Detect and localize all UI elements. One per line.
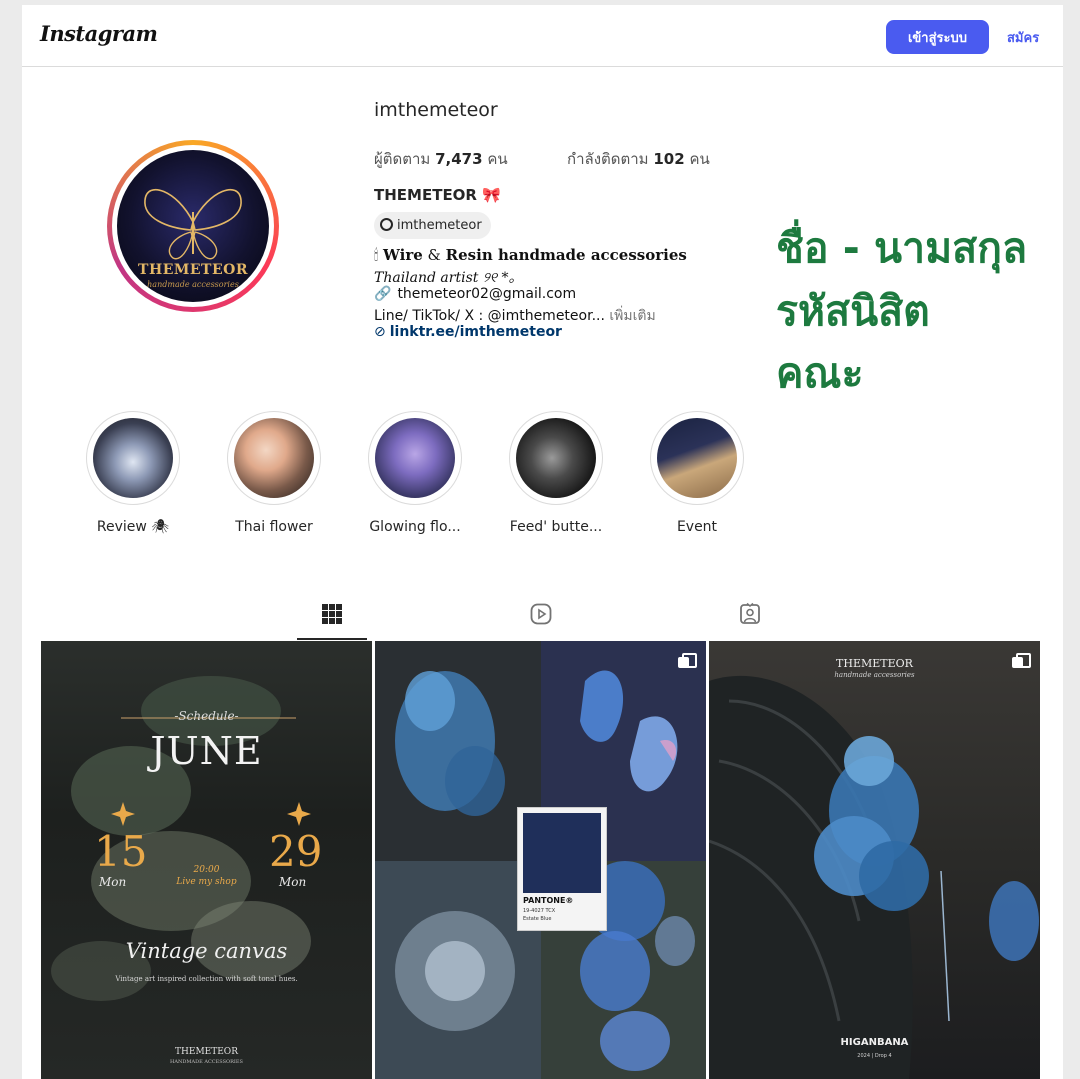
overlay-faculty-label: คณะ: [776, 349, 864, 397]
post-schedule-text: -Schedule-: [174, 709, 239, 723]
highlight-ring: [368, 411, 462, 505]
tagged-icon: [740, 602, 760, 624]
reels-icon: [530, 603, 552, 625]
highlight-cover: [234, 418, 314, 498]
followers-prefix: ผู้ติดตาม: [374, 150, 431, 168]
highlight-ring: [227, 411, 321, 505]
post-brand-text: THEMETEOR: [836, 657, 913, 670]
bio-email: 🔗 themeteor02@gmail.com: [374, 286, 576, 302]
tab-posts[interactable]: [297, 590, 367, 640]
threads-handle: imthemeteor: [397, 218, 482, 233]
post-month-text: JUNE: [150, 729, 263, 773]
highlight-ring: [509, 411, 603, 505]
bio-external-link[interactable]: ⊘ linktr.ee/imthemeteor: [374, 324, 562, 340]
followers-suffix: คน: [487, 150, 508, 168]
pantone-card: PANTONE® 19-4027 TCX Estate Blue: [517, 807, 607, 931]
tab-reels[interactable]: [506, 590, 576, 640]
bio-wire: Wire: [383, 246, 423, 264]
highlight-label: Review 🕷: [96, 519, 170, 535]
highlight-cover: [93, 418, 173, 498]
profile-tabs: [22, 590, 1063, 640]
link-icon: 🔗: [374, 286, 392, 302]
pantone-code-text: 19-4027 TCX: [523, 908, 556, 914]
bio-resin: Resin handmade accessories: [445, 246, 687, 264]
following-number: 102: [653, 150, 685, 168]
following-suffix: คน: [689, 150, 710, 168]
avatar-sub-text: handmade accessories: [147, 280, 239, 289]
pantone-color-text: Estate Blue: [523, 916, 552, 922]
link-icon: ⊘: [374, 324, 386, 340]
highlight-ring: [86, 411, 180, 505]
profile-display-name: THEMETEOR 🎀: [374, 186, 501, 204]
login-button[interactable]: เข้าสู่ระบบ: [886, 20, 989, 54]
post-brand-text: THEMETEOR: [175, 1047, 238, 1057]
overlay-student-id-label: รหัสนิสิต: [776, 287, 930, 335]
post-brand-sub-text: HANDMADE ACCESSORIES: [170, 1059, 243, 1065]
bio-link-text: linktr.ee/imthemeteor: [389, 324, 562, 340]
highlight-cover: [516, 418, 596, 498]
profile-username: imthemeteor: [374, 99, 498, 121]
post-description-text: Vintage art inspired collection with sof…: [115, 975, 298, 983]
grid-post[interactable]: -Schedule- JUNE 15 29 Mon Mon 20:00 Live…: [41, 641, 372, 1079]
multi-image-icon: [678, 653, 697, 669]
bio-line: 🕯 Wire & Resin handmade accessories: [374, 246, 687, 264]
followers-number: 7,473: [435, 150, 483, 168]
overlay-name-label: ชื่อ - นามสกุล: [776, 224, 1028, 272]
bio-email-text: themeteor02@gmail.com: [397, 286, 577, 302]
avatar-image: THEMETEOR handmade accessories: [117, 150, 269, 302]
post-title-text: Vintage canvas: [125, 939, 288, 963]
post-sub-text: 2024 | Drop 4: [857, 1053, 892, 1059]
grid-post[interactable]: PANTONE® 19-4027 TCX Estate Blue: [375, 641, 706, 1079]
highlight-cover: [657, 418, 737, 498]
grid-post[interactable]: THEMETEOR handmade accessories HIGANBANA…: [709, 641, 1040, 1079]
profile-avatar[interactable]: THEMETEOR handmade accessories: [107, 140, 279, 312]
following-count[interactable]: กำลังติดตาม 102 คน: [567, 147, 710, 171]
threads-badge[interactable]: imthemeteor: [374, 212, 491, 239]
highlight-cover: [375, 418, 455, 498]
post-title-text: HIGANBANA: [840, 1037, 909, 1048]
bio-social-text: Line/ TikTok/ X : @imthemeteor...: [374, 308, 605, 324]
highlight-ring: [650, 411, 744, 505]
highlight-label: Event: [676, 519, 718, 535]
tab-tagged[interactable]: [715, 590, 785, 640]
top-navigation-bar: Instagram เข้าสู่ระบบ สมัคร: [22, 5, 1063, 67]
highlight-label: Feed' butte...: [509, 519, 603, 535]
grid-icon: [322, 604, 342, 624]
instagram-profile-page: Instagram เข้าสู่ระบบ สมัคร THEMETEOR ha…: [22, 5, 1063, 1079]
avatar-brand-text: THEMETEOR: [138, 262, 248, 278]
post-live-text: Live my shop: [176, 877, 237, 887]
followers-count[interactable]: ผู้ติดตาม 7,473 คน: [374, 147, 508, 171]
bio-amp: &: [422, 246, 446, 264]
bio-more-link[interactable]: เพิ่มเติม: [605, 308, 655, 324]
post-artwork: [709, 675, 1039, 1079]
threads-icon: [380, 218, 393, 231]
instagram-logo[interactable]: Instagram: [40, 21, 158, 46]
pantone-name-text: PANTONE®: [523, 896, 574, 905]
post-time-text: 20:00: [193, 865, 220, 875]
post-brand-sub-text: handmade accessories: [834, 671, 915, 679]
signup-link[interactable]: สมัคร: [1007, 27, 1039, 48]
bio-line: Thailand artist ୨୧ *。: [374, 270, 523, 286]
highlight-label: Thai flower: [235, 519, 313, 535]
following-prefix: กำลังติดตาม: [567, 150, 649, 168]
pantone-swatch: [523, 813, 601, 893]
highlight-label: Glowing flo...: [369, 519, 461, 535]
candle-icon: 🕯: [374, 246, 379, 264]
avatar-frame: THEMETEOR handmade accessories: [112, 145, 274, 307]
